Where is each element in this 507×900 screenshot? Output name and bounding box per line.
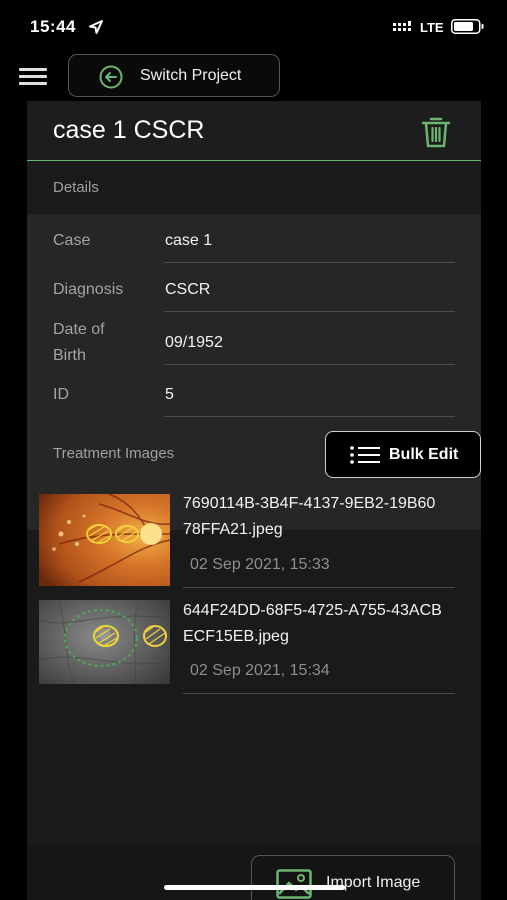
switch-project-button[interactable]: Switch Project <box>68 54 280 97</box>
trash-icon[interactable] <box>420 115 452 149</box>
case-panel: case 1 CSCR Details Case case 1 Diagnosi… <box>27 101 481 900</box>
image-file-name: 644F24DD-68F5-4725-A755-43ACBECF15EB.jpe… <box>183 602 442 645</box>
divider <box>164 416 455 417</box>
image-icon <box>276 869 312 899</box>
network-type: LTE <box>420 20 444 35</box>
signal-icon <box>393 21 411 31</box>
divider <box>183 693 455 694</box>
detail-value[interactable]: 09/1952 <box>165 330 223 356</box>
back-arrow-circle-icon <box>99 65 123 89</box>
status-time: 15:44 <box>30 17 76 36</box>
home-indicator <box>164 885 345 890</box>
image-list-item[interactable]: 7690114B-3B4F-4137-9EB2-19B6078FFA21.jpe… <box>27 489 481 589</box>
detail-value[interactable]: CSCR <box>165 277 210 303</box>
case-header: case 1 CSCR <box>27 101 481 161</box>
location-arrow-icon <box>89 20 103 34</box>
divider <box>183 587 455 588</box>
bulk-edit-label: Bulk Edit <box>389 446 459 463</box>
image-date: 02 Sep 2021, 15:34 <box>190 662 330 679</box>
detail-key: Case <box>53 232 91 249</box>
bulk-edit-button[interactable]: Bulk Edit <box>325 431 481 478</box>
angiogram-thumbnail <box>39 600 170 692</box>
case-title: case 1 CSCR <box>53 116 205 144</box>
battery-icon <box>451 19 484 34</box>
divider <box>164 262 455 263</box>
detail-key: ID <box>53 386 69 403</box>
image-file-name: 7690114B-3B4F-4137-9EB2-19B6078FFA21.jpe… <box>183 495 436 538</box>
import-image-button[interactable]: Import Image <box>251 855 455 900</box>
fundus-thumbnail <box>39 494 170 586</box>
detail-value[interactable]: case 1 <box>165 228 212 254</box>
detail-key: Diagnosis <box>53 281 124 298</box>
details-card: Case case 1 Diagnosis CSCR Date of Birth… <box>27 214 481 530</box>
list-icon <box>350 446 380 464</box>
divider <box>164 311 455 312</box>
switch-project-label: Switch Project <box>140 67 242 84</box>
hamburger-menu-icon[interactable] <box>19 68 47 86</box>
image-list-item[interactable]: 644F24DD-68F5-4725-A755-43ACBECF15EB.jpe… <box>27 595 481 695</box>
divider <box>164 364 455 365</box>
details-section-label: Details <box>53 179 99 196</box>
status-bar: 15:44 LTE <box>0 0 507 52</box>
detail-value[interactable]: 5 <box>165 382 174 408</box>
detail-key: Date of Birth <box>53 321 105 364</box>
treatment-images-label: Treatment Images <box>53 445 175 462</box>
image-date: 02 Sep 2021, 15:33 <box>190 556 330 573</box>
